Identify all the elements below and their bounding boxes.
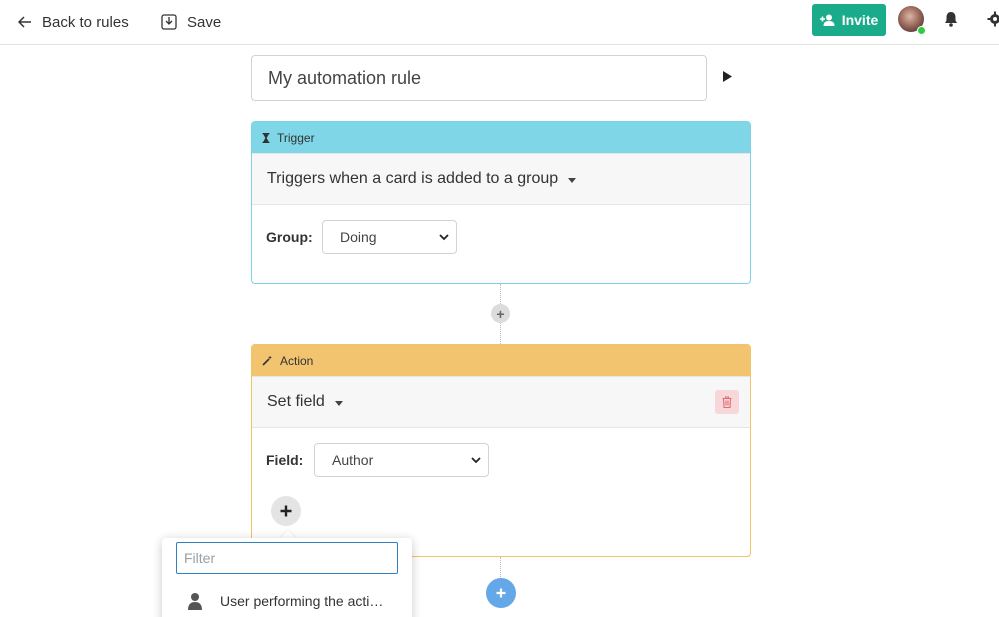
trigger-header: Trigger: [252, 122, 750, 153]
field-select[interactable]: Author: [314, 443, 489, 477]
plus-icon: [496, 588, 506, 598]
rule-name-input[interactable]: [251, 55, 707, 101]
save-icon: [161, 14, 177, 30]
save-button[interactable]: Save: [161, 0, 221, 44]
add-value-button[interactable]: [271, 496, 301, 526]
arrow-left-icon: [18, 16, 31, 28]
chevron-down-icon: [439, 234, 449, 241]
delete-action-button[interactable]: [715, 390, 739, 414]
chevron-down-icon: [471, 457, 481, 464]
action-header-label: Action: [280, 353, 314, 368]
add-user-icon: [819, 14, 835, 26]
online-status-dot: [917, 26, 926, 35]
filter-input[interactable]: [176, 542, 398, 574]
field-select-value: Author: [332, 452, 374, 468]
user-icon: [188, 593, 202, 610]
invite-label: Invite: [841, 12, 879, 28]
list-item[interactable]: User performing the acti…: [162, 586, 412, 616]
caret-down-icon: [334, 400, 343, 406]
group-select-value: Doing: [340, 229, 377, 245]
trigger-header-label: Trigger: [277, 130, 315, 145]
connector-line: [500, 557, 501, 579]
invite-button[interactable]: Invite: [812, 4, 886, 36]
trigger-type-selector[interactable]: Triggers when a card is added to a group: [252, 153, 750, 205]
list-item-label: User performing the acti…: [220, 593, 384, 609]
trigger-description: Triggers when a card is added to a group: [267, 170, 559, 187]
add-step-button[interactable]: [486, 578, 516, 608]
action-card: Action Set field Field: Author: [251, 344, 751, 557]
plus-icon: [280, 505, 292, 517]
run-rule-button[interactable]: [722, 70, 733, 88]
value-dropdown: User performing the acti…: [162, 538, 412, 617]
play-icon: [723, 71, 732, 82]
group-field-label: Group:: [266, 229, 313, 245]
field-field-label: Field:: [266, 452, 304, 468]
back-to-rules-link[interactable]: Back to rules: [18, 0, 129, 44]
caret-down-icon: [568, 177, 577, 183]
action-description: Set field: [267, 393, 325, 410]
hourglass-icon: [262, 132, 270, 143]
trash-icon: [722, 396, 732, 408]
back-label: Back to rules: [42, 13, 129, 31]
action-type-selector[interactable]: Set field: [252, 376, 750, 428]
top-bar: Back to rules Save Invite: [0, 0, 999, 45]
gear-icon[interactable]: [987, 11, 999, 32]
magic-wand-icon: [262, 355, 272, 366]
bell-icon[interactable]: [944, 11, 958, 32]
save-label: Save: [187, 13, 222, 31]
trigger-card: Trigger Triggers when a card is added to…: [251, 121, 751, 284]
insert-step-button[interactable]: +: [491, 304, 510, 323]
group-select[interactable]: Doing: [322, 220, 457, 254]
action-header: Action: [252, 345, 750, 376]
